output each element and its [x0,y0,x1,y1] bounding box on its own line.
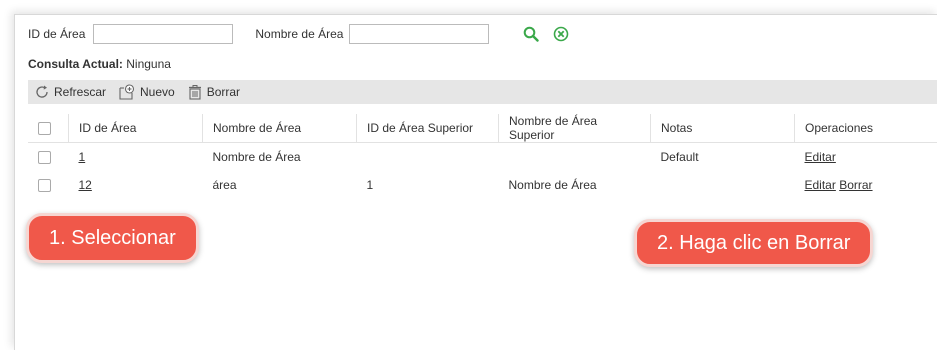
header-parent-id[interactable]: ID de Área Superior [357,114,499,143]
area-table: ID de Área Nombre de Área ID de Área Sup… [28,114,937,199]
table-header-row: ID de Área Nombre de Área ID de Área Sup… [28,114,937,143]
area-id-input[interactable] [93,24,233,44]
delete-button[interactable]: Borrar [187,84,240,100]
header-operations: Operaciones [795,114,937,143]
notes-cell: Default [651,143,795,172]
area-name-input[interactable] [349,24,489,44]
current-query-label: Consulta Actual: [28,57,123,71]
table-row: 1 Nombre de Área Default Editar [28,143,937,172]
header-parent-name[interactable]: Nombre de Área Superior [499,114,651,143]
row-checkbox[interactable] [38,151,51,164]
callout-select-text: 1. Seleccionar [49,227,176,250]
row-checkbox-cell [28,171,69,199]
new-label: Nuevo [140,85,175,99]
header-area-name[interactable]: Nombre de Área [203,114,357,143]
parent-id-cell [357,143,499,172]
new-icon [118,84,136,100]
new-button[interactable]: Nuevo [118,84,175,100]
parent-name-cell [499,143,651,172]
header-notes[interactable]: Notas [651,114,795,143]
area-id-label: ID de Área [28,27,85,41]
edit-link[interactable]: Editar [805,150,836,164]
trash-icon [187,84,203,100]
operations-cell: Editar [795,143,937,172]
callout-select: 1. Seleccionar [26,213,199,263]
current-query-value: Ninguna [126,57,171,71]
header-area-id[interactable]: ID de Área [69,114,203,143]
current-query: Consulta Actual: Ninguna [28,57,171,71]
operations-cell: Editar Borrar [795,171,937,199]
row-checkbox[interactable] [38,179,51,192]
parent-name-cell: Nombre de Área [499,171,651,199]
area-id-link[interactable]: 12 [79,178,92,192]
area-id-link[interactable]: 1 [79,150,86,164]
refresh-label: Refrescar [54,85,106,99]
delete-label: Borrar [207,85,240,99]
area-name-cell: Nombre de Área [203,143,357,172]
callout-click-delete: 2. Haga clic en Borrar [634,219,873,267]
refresh-icon [34,84,50,100]
toolbar: Refrescar Nuevo Borrar [28,80,937,104]
edit-link[interactable]: Editar [805,178,836,192]
select-all-checkbox[interactable] [38,122,51,135]
callout-click-delete-text: 2. Haga clic en Borrar [657,232,850,255]
notes-cell [651,171,795,199]
area-name-cell: área [203,171,357,199]
search-icon[interactable] [523,26,539,42]
search-bar: ID de Área Nombre de Área [28,22,569,46]
refresh-button[interactable]: Refrescar [34,84,106,100]
area-name-label: Nombre de Área [255,27,343,41]
parent-id-cell: 1 [357,171,499,199]
row-checkbox-cell [28,143,69,172]
table-row: 12 área 1 Nombre de Área Editar Borrar [28,171,937,199]
header-checkbox-cell [28,114,69,143]
clear-icon[interactable] [553,26,569,42]
delete-link[interactable]: Borrar [839,178,872,192]
